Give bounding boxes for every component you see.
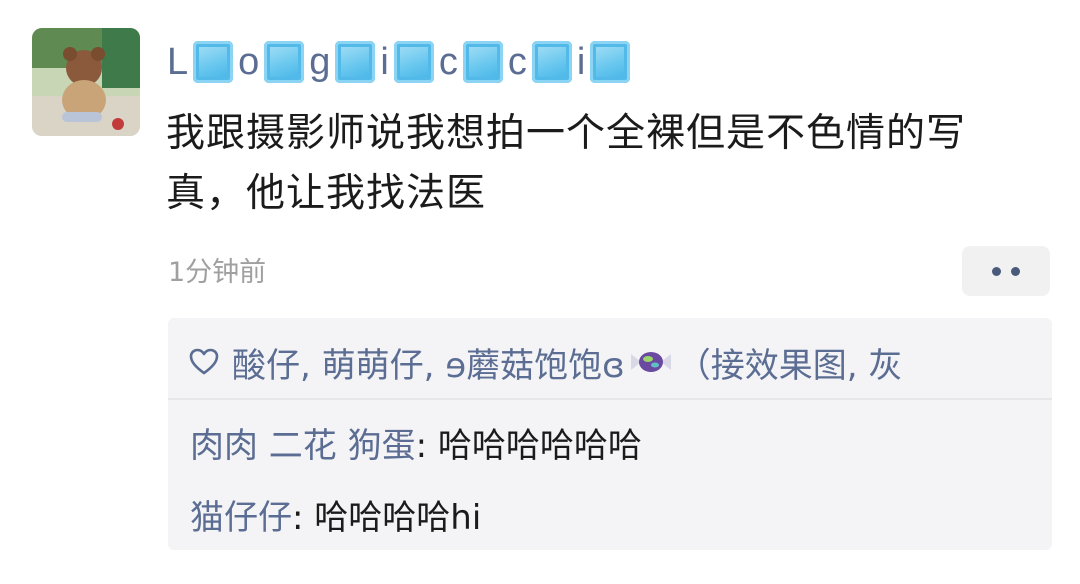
comment-item[interactable]: 猫仔仔: 哈哈哈哈hi: [190, 490, 481, 539]
heart-icon: [189, 348, 219, 375]
blue-tile-emoji-icon: [335, 41, 376, 83]
comment-text: 哈哈哈哈哈哈: [437, 426, 642, 466]
blue-tile-emoji-icon: [393, 41, 434, 83]
comment-separator: :: [415, 426, 438, 466]
more-actions-button[interactable]: [962, 246, 1050, 296]
avatar[interactable]: [32, 28, 140, 136]
blue-tile-emoji-icon: [462, 41, 503, 83]
blue-tile-emoji-icon: [531, 41, 572, 83]
comment-author[interactable]: 猫仔仔: [190, 498, 292, 538]
likes-row: 酸仔, 萌萌仔, ɘ蘑菇饱饱ɞ （接效果图, 灰: [188, 332, 1038, 392]
author-name-char: c: [507, 40, 527, 83]
author-name-char: g: [309, 40, 331, 83]
post-author-name[interactable]: L o g i c c i: [166, 36, 631, 88]
comment-text: 哈哈哈哈hi: [314, 498, 482, 538]
candy-emoji-icon: [630, 352, 671, 372]
more-dots-icon: [992, 266, 1001, 276]
comment-separator: :: [292, 498, 315, 538]
comment-item[interactable]: 肉肉 二花 狗蛋: 哈哈哈哈哈哈: [190, 418, 642, 467]
blue-tile-emoji-icon: [193, 41, 234, 83]
author-name-char: i: [380, 40, 389, 83]
comment-author[interactable]: 肉肉 二花 狗蛋: [190, 426, 416, 466]
author-name-char: c: [438, 40, 458, 83]
interaction-panel: 酸仔, 萌萌仔, ɘ蘑菇饱饱ɞ （接效果图, 灰 肉肉 二花 狗蛋: 哈哈哈哈哈…: [168, 318, 1052, 550]
likes-names[interactable]: 酸仔, 萌萌仔, ɘ蘑菇饱饱ɞ: [232, 338, 625, 387]
likes-names-continued[interactable]: （接效果图, 灰: [677, 338, 903, 387]
post-content: 我跟摄影师说我想拍一个全裸但是不色情的写真，他让我找法医: [166, 111, 967, 216]
post-timestamp: 1分钟前: [168, 257, 267, 288]
more-dots-icon: [1011, 266, 1020, 276]
blue-tile-emoji-icon: [590, 41, 631, 83]
avatar-image: [32, 28, 140, 136]
author-name-char: i: [576, 40, 586, 83]
blue-tile-emoji-icon: [264, 41, 305, 83]
author-name-char: o: [238, 40, 260, 83]
likes-divider: [168, 398, 1052, 400]
author-name-char: L: [167, 40, 189, 83]
